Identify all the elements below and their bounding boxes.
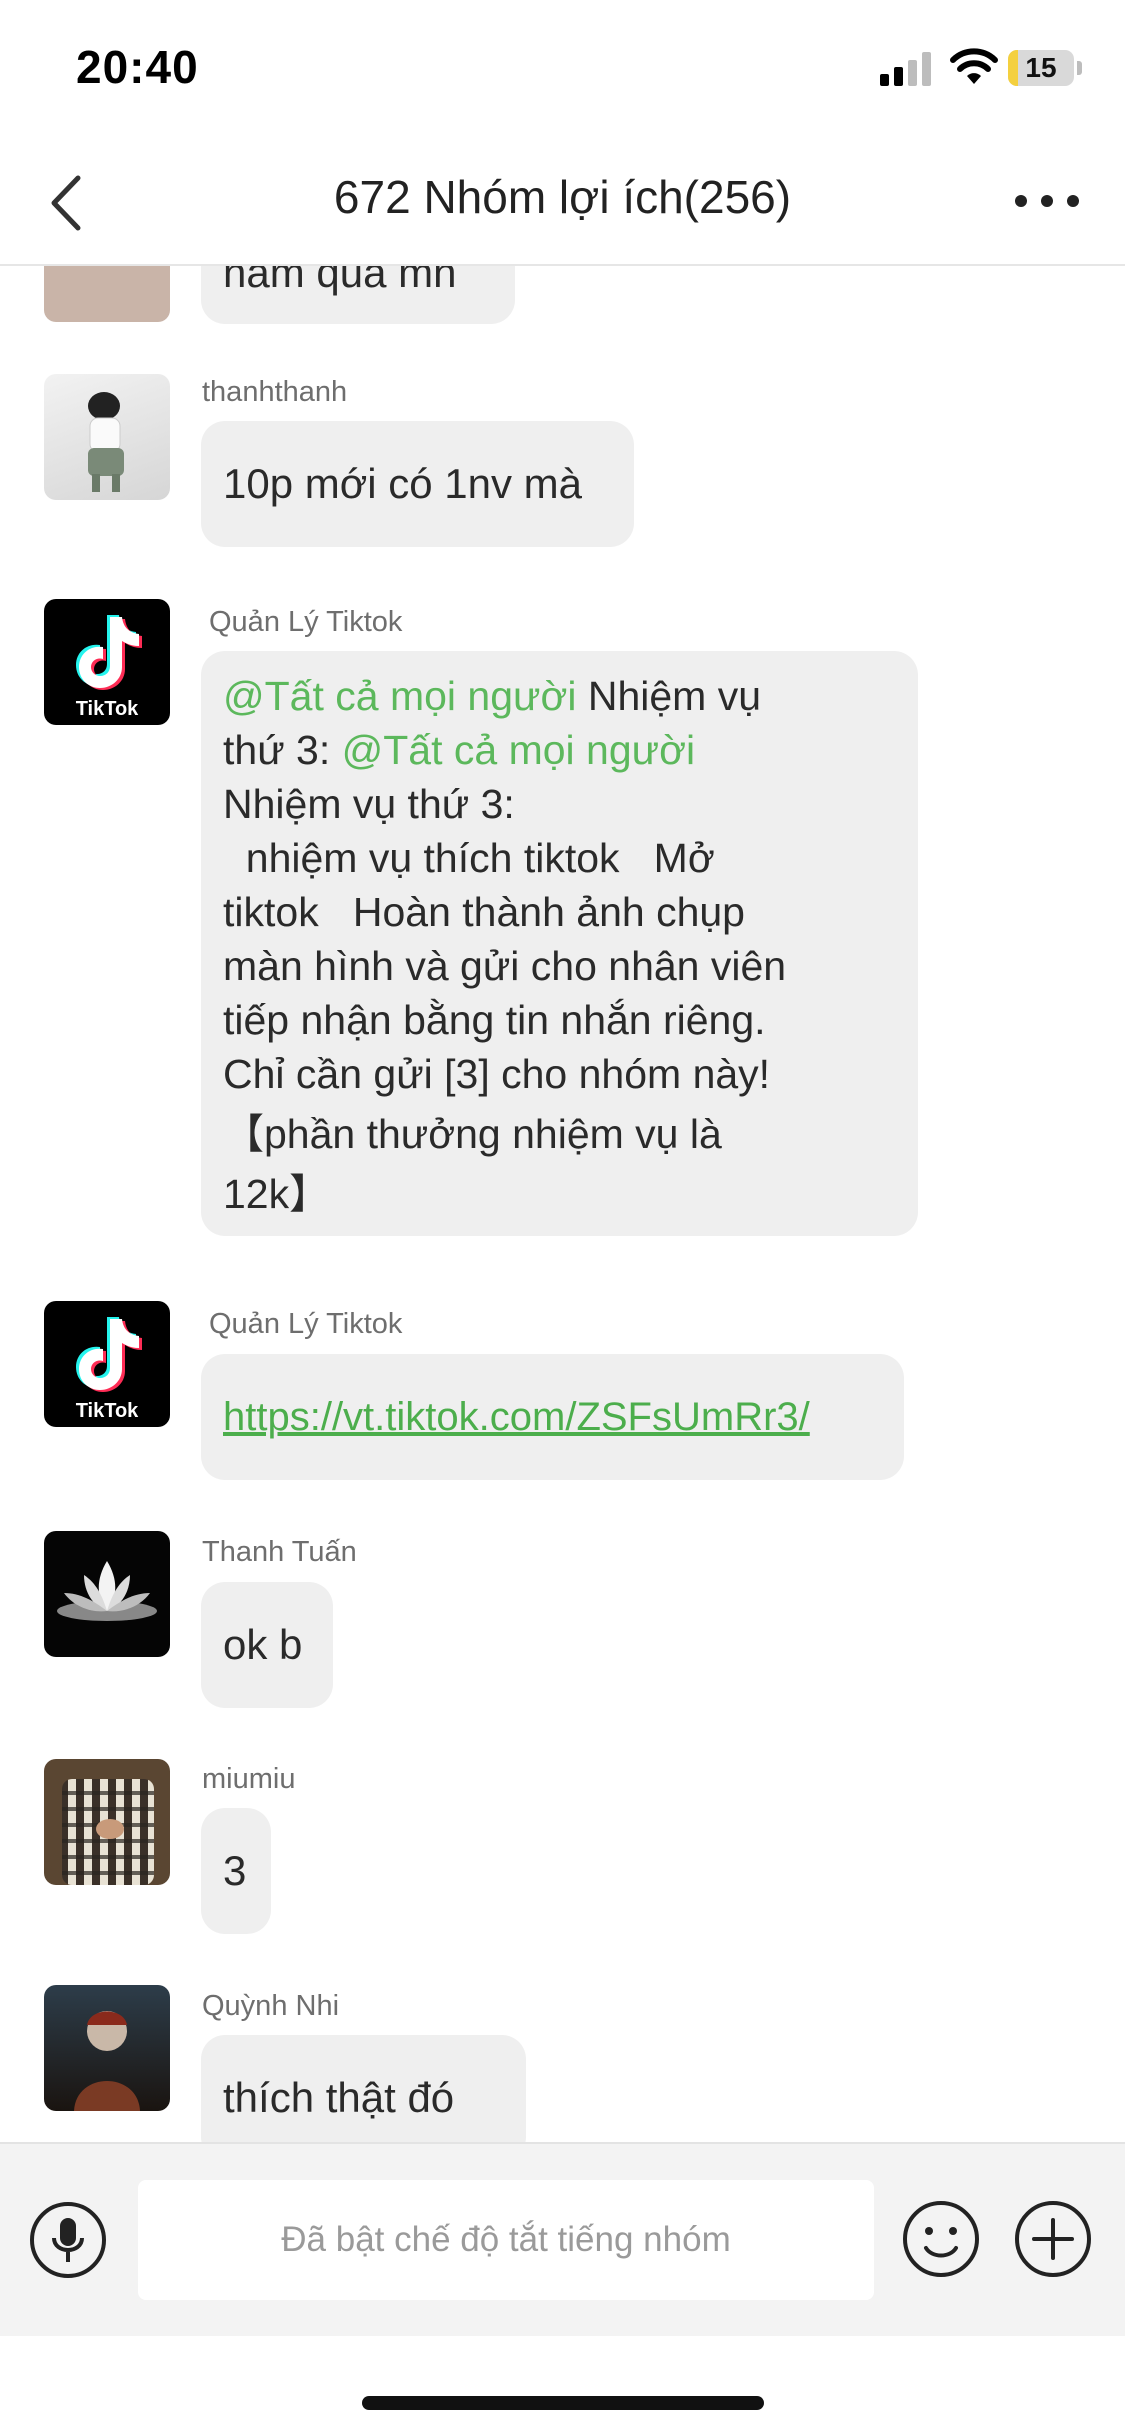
message-text: nam qua mn — [223, 266, 457, 296]
home-indicator[interactable] — [362, 2396, 764, 2410]
tiktok-logo-icon: TikTok — [76, 615, 142, 720]
message-bubble[interactable]: 3 — [201, 1808, 271, 1934]
message-bubble[interactable]: https://vt.tiktok.com/ZSFsUmRr3/ — [201, 1354, 904, 1480]
message-text: ok b — [223, 1621, 303, 1668]
tiktok-logo-text: TikTok — [76, 1400, 139, 1422]
avatar[interactable] — [44, 266, 170, 322]
sender-name: Quỳnh Nhi — [202, 1990, 340, 2022]
battery-cap — [1077, 61, 1082, 75]
battery-icon: 15 — [1008, 50, 1074, 86]
message-text: Nhiệm vụ thứ 3: — [223, 781, 515, 827]
avatar-miumiu[interactable] — [44, 1759, 170, 1885]
message-text: tiếp nhận bằng tin nhắn riêng. — [223, 997, 766, 1043]
avatar-thanh-tuan[interactable] — [44, 1531, 170, 1657]
message-text: 10p mới có 1nv mà — [223, 460, 583, 507]
mention-all[interactable]: @Tất cả mọi người — [342, 727, 695, 773]
signal-icon — [880, 52, 931, 86]
emoji-icon[interactable] — [900, 2198, 982, 2280]
mention-all[interactable]: @Tất cả mọi người — [223, 673, 576, 719]
message-text: Chỉ cần gửi [3] cho nhóm này! — [223, 1051, 771, 1097]
message-bubble[interactable]: ok b — [201, 1582, 333, 1708]
sender-name: Quản Lý Tiktok — [209, 606, 403, 638]
message-text: thứ 3: — [223, 727, 342, 773]
message-bubble[interactable]: thích thật đó — [201, 2035, 526, 2142]
wifi-icon — [950, 48, 998, 84]
status-bar: 20:40 15 — [0, 0, 1125, 140]
message-input[interactable]: Đã bật chế độ tắt tiếng nhóm — [138, 2180, 874, 2300]
sender-name: thanhthanh — [202, 376, 348, 408]
person-photo-icon — [88, 392, 124, 492]
message-text: nhiệm vụ thích tiktok Mở — [223, 835, 715, 881]
message-text: thích thật đó — [223, 2074, 455, 2121]
message-text: tiktok Hoàn thành ảnh chụp — [223, 889, 745, 935]
sender-name: Quản Lý Tiktok — [209, 1308, 403, 1340]
input-bar: Đã bật chế độ tắt tiếng nhóm — [0, 2142, 1125, 2336]
message-text: 12k】 — [223, 1171, 331, 1217]
avatar-tiktok[interactable]: TikTok — [44, 599, 170, 725]
avatar-quynh-nhi[interactable] — [44, 1985, 170, 2111]
message-text: Nhiệm vụ — [576, 673, 762, 719]
person-photo-icon — [62, 1779, 154, 1885]
message-link[interactable]: https://vt.tiktok.com/ZSFsUmRr3/ — [223, 1395, 810, 1439]
lotus-photo-icon — [57, 1561, 157, 1621]
sender-name: Thanh Tuấn — [202, 1536, 357, 1568]
message-text: 3 — [223, 1847, 247, 1894]
chat-title: 672 Nhóm lợi ích(256) — [333, 171, 792, 223]
avatar-tiktok[interactable]: TikTok — [44, 1301, 170, 1427]
avatar-thanhthanh[interactable] — [44, 374, 170, 500]
battery-level: 15 — [1025, 52, 1057, 83]
chat-header: 672 Nhóm lợi ích(256) — [0, 140, 1125, 266]
message-list[interactable]: nam qua mn thanhthanh 10p mới có 1nv mà … — [0, 266, 1125, 2142]
sender-name: miumiu — [202, 1763, 296, 1795]
message-bubble[interactable]: @Tất cả mọi người Nhiệm vụ thứ 3: @Tất c… — [201, 651, 918, 1236]
character-photo-icon — [74, 2011, 140, 2111]
message-bubble[interactable]: nam qua mn — [201, 266, 515, 324]
status-time: 20:40 — [76, 41, 199, 93]
message-bubble[interactable]: 10p mới có 1nv mà — [201, 421, 634, 547]
mic-icon[interactable] — [28, 2200, 108, 2280]
tiktok-logo-icon: TikTok — [76, 1317, 142, 1422]
message-text: 【phần thưởng nhiệm vụ là — [223, 1111, 722, 1157]
message-text: màn hình và gửi cho nhân viên — [223, 943, 787, 989]
tiktok-logo-text: TikTok — [76, 698, 139, 720]
plus-icon[interactable] — [1012, 2198, 1094, 2280]
back-icon[interactable] — [40, 168, 100, 238]
more-icon[interactable] — [1007, 176, 1087, 226]
